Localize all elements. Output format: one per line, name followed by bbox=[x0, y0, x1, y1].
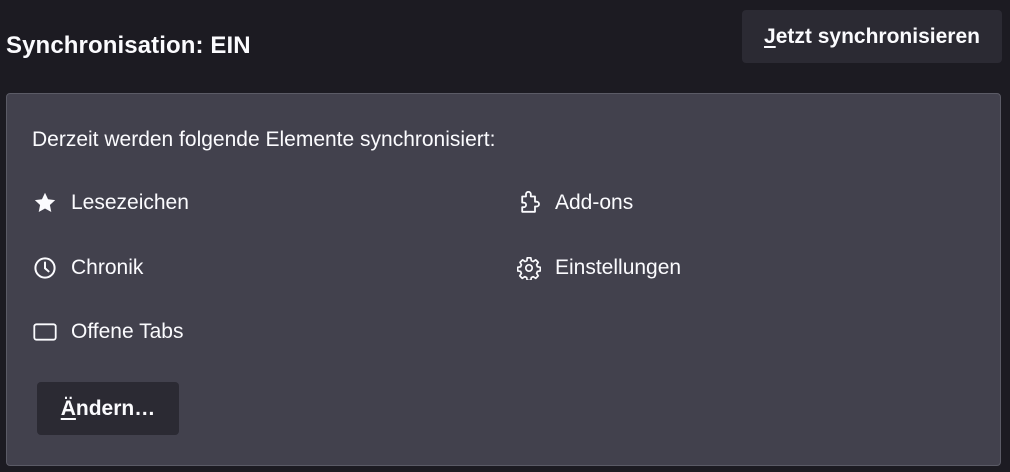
puzzle-icon bbox=[517, 191, 541, 215]
sync-header: Synchronisation: EIN Jetzt synchronisier… bbox=[0, 0, 1010, 92]
clock-icon bbox=[33, 256, 57, 280]
sync-item-open-tabs: Offene Tabs bbox=[33, 320, 183, 344]
change-access-key: Ä bbox=[60, 396, 76, 420]
star-icon bbox=[33, 191, 57, 215]
tab-icon bbox=[33, 320, 57, 344]
sync-item-addons: Add-ons bbox=[517, 191, 633, 215]
change-label: ndern… bbox=[75, 396, 156, 420]
synced-items-panel: Derzeit werden folgende Elemente synchro… bbox=[6, 93, 1001, 466]
change-sync-items-button[interactable]: Ändern… bbox=[37, 382, 179, 435]
synced-items-description: Derzeit werden folgende Elemente synchro… bbox=[32, 128, 496, 151]
sync-item-bookmarks: Lesezeichen bbox=[33, 191, 189, 215]
sync-item-settings: Einstellungen bbox=[517, 256, 681, 280]
gear-icon bbox=[517, 256, 541, 280]
sync-item-label: Chronik bbox=[71, 256, 144, 279]
sync-now-label: etzt synchronisieren bbox=[775, 24, 980, 48]
sync-now-access-key: J bbox=[764, 24, 776, 48]
sync-item-label: Einstellungen bbox=[555, 256, 682, 279]
sync-now-button[interactable]: Jetzt synchronisieren bbox=[742, 10, 1002, 63]
sync-item-label: Add-ons bbox=[555, 191, 634, 214]
sync-item-label: Lesezeichen bbox=[71, 191, 189, 214]
sync-item-label: Offene Tabs bbox=[71, 320, 184, 343]
sync-item-history: Chronik bbox=[33, 256, 143, 280]
sync-status-title: Synchronisation: EIN bbox=[6, 32, 251, 59]
